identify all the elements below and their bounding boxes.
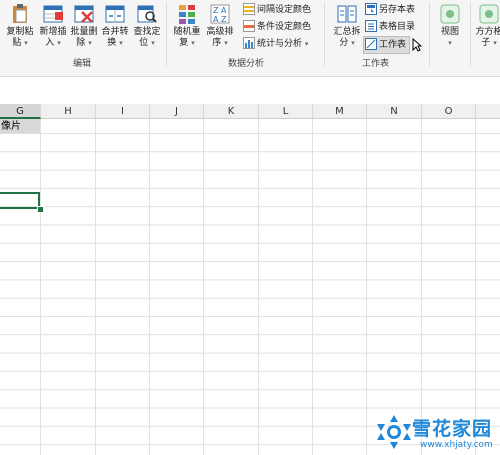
insert-new-label-1: 新增插 <box>39 27 67 37</box>
svg-text:A: A <box>221 6 227 15</box>
fangfang-button[interactable]: 方方格 子 ▾ <box>474 2 500 54</box>
fangfang-label-1: 方方格 <box>475 27 500 37</box>
watermark-title: 雪花家园 <box>412 418 493 440</box>
group-divider <box>324 2 325 66</box>
save-sheet-button[interactable]: 另存本表 <box>365 2 415 18</box>
merge-convert-label-1: 合并转 <box>101 27 129 37</box>
sheet-catalog-button[interactable]: 表格目录 <box>365 19 415 35</box>
condition-color-button[interactable]: 条件设定颜色 <box>243 19 311 35</box>
sort-az-icon: Z A A Z <box>209 3 231 25</box>
merge-convert-label-2: 换 ▾ <box>107 38 123 48</box>
random-repeat-button[interactable]: 随机重 复 ▾ <box>170 2 204 54</box>
column-header-l[interactable]: L <box>259 104 313 119</box>
fangfang-label-2: 子 ▾ <box>481 38 497 48</box>
snowflake-logo-icon <box>377 415 411 449</box>
advanced-sort-label-1: 高级排 <box>206 27 234 37</box>
column-header-g[interactable]: G <box>0 104 41 119</box>
interval-color-label: 间隔设定颜色 <box>257 5 312 15</box>
catalog-icon <box>365 19 377 32</box>
ribbon-footer <box>0 70 500 77</box>
group-divider <box>429 2 430 66</box>
worksheet-label: 工作表 <box>379 40 407 50</box>
fill-handle[interactable] <box>37 206 44 213</box>
stats-icon <box>243 36 255 49</box>
svg-text:Z: Z <box>213 6 219 15</box>
summary-split-label-2: 分 ▾ <box>339 38 355 48</box>
view-label-1: 视图 <box>440 27 459 37</box>
copy-paste-label-2: 贴 ▾ <box>12 38 28 48</box>
cell-g1[interactable]: 像片 <box>1 120 21 133</box>
watermark-url: www.xhjaty.com <box>420 440 493 450</box>
ribbon: 复制粘 贴 ▾ 新增插 入 ▾ 批量删 除 ▾ 合并转 换 ▾ 查找定 位 ▾ … <box>0 0 500 70</box>
random-repeat-label-1: 随机重 <box>173 27 201 37</box>
column-header-h[interactable]: H <box>41 104 96 119</box>
find-locate-label-1: 查找定 <box>133 27 161 37</box>
interval-color-button[interactable]: 间隔设定颜色 <box>243 2 311 18</box>
copy-paste-button[interactable]: 复制粘 贴 ▾ <box>3 2 37 54</box>
interval-color-icon <box>243 2 255 15</box>
sheet-catalog-label: 表格目录 <box>379 22 416 32</box>
view-icon <box>439 3 461 25</box>
column-header-next[interactable] <box>476 104 500 119</box>
gridlines <box>0 119 500 455</box>
column-header-o[interactable]: O <box>422 104 476 119</box>
view-button[interactable]: 视图 ▾ <box>433 2 467 54</box>
grid-icon <box>478 3 500 25</box>
stats-analysis-label: 统计与分析 <box>257 39 303 49</box>
find-locate-button[interactable]: 查找定 位 ▾ <box>130 2 164 54</box>
advanced-sort-label-2: 序 ▾ <box>212 38 228 48</box>
column-header-n[interactable]: N <box>367 104 422 119</box>
view-label-2: ▾ <box>448 39 452 47</box>
group-divider <box>166 2 167 66</box>
insert-new-label-2: 入 ▾ <box>45 38 61 48</box>
merge-icon <box>104 3 126 25</box>
merge-convert-button[interactable]: 合并转 换 ▾ <box>98 2 132 54</box>
column-header-i[interactable]: I <box>96 104 150 119</box>
svg-text:Z: Z <box>221 15 227 24</box>
group-label-edit: 编辑 <box>73 59 92 69</box>
group-label-analysis: 数据分析 <box>228 59 265 69</box>
find-locate-label-2: 位 ▾ <box>139 38 155 48</box>
summary-split-button[interactable]: 汇总拆 分 ▾ <box>330 2 364 54</box>
split-icon <box>336 3 358 25</box>
summary-split-label-1: 汇总拆 <box>333 27 361 37</box>
random-repeat-label-2: 复 ▾ <box>179 38 195 48</box>
column-header-j[interactable]: J <box>150 104 204 119</box>
copy-paste-label-1: 复制粘 <box>6 27 34 37</box>
column-header-m[interactable]: M <box>313 104 367 119</box>
insert-icon <box>42 3 64 25</box>
condition-color-label: 条件设定颜色 <box>257 22 312 32</box>
batch-delete-label-1: 批量删 <box>70 27 98 37</box>
delete-icon <box>73 3 95 25</box>
stats-analysis-button[interactable]: 统计与分析 ▾ <box>243 36 308 52</box>
worksheet-button[interactable]: 工作表 <box>363 36 411 54</box>
save-sheet-icon <box>365 2 377 15</box>
save-sheet-label: 另存本表 <box>379 5 416 15</box>
active-cell-selection[interactable] <box>0 192 40 209</box>
batch-delete-button[interactable]: 批量删 除 ▾ <box>67 2 101 54</box>
batch-delete-label-2: 除 ▾ <box>76 38 92 48</box>
condition-color-icon <box>243 19 255 32</box>
svg-text:A: A <box>213 15 219 24</box>
group-divider <box>470 2 471 66</box>
advanced-sort-button[interactable]: Z A A Z 高级排 序 ▾ <box>203 2 237 54</box>
column-header-k[interactable]: K <box>204 104 259 119</box>
clipboard-icon <box>9 3 31 25</box>
find-icon <box>136 3 158 25</box>
mouse-cursor-icon <box>412 37 423 52</box>
random-icon <box>176 3 198 25</box>
group-label-worksheet: 工作表 <box>362 59 390 69</box>
worksheet-icon <box>365 37 377 50</box>
insert-new-button[interactable]: 新增插 入 ▾ <box>36 2 70 54</box>
